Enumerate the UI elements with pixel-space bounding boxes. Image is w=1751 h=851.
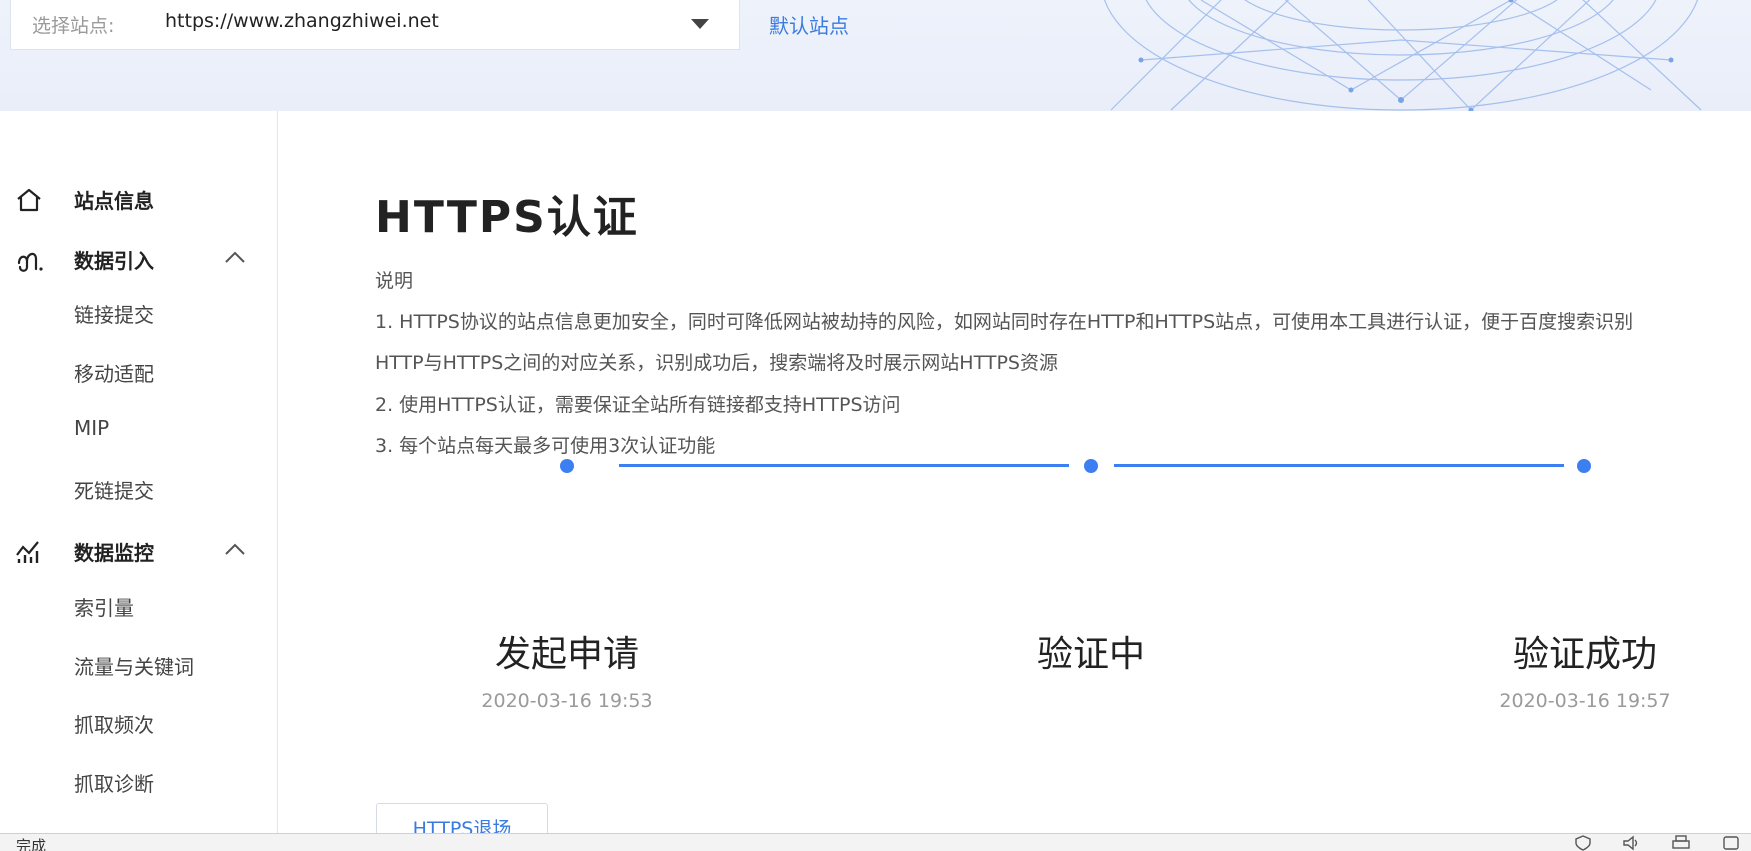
description-line: HTTP与HTTPS之间的对应关系，识别成功后，搜索端将及时展示网站HTTPS资… [375, 352, 1058, 374]
step-label: 发起申请 [494, 634, 640, 675]
status-bar: 完成 [0, 833, 1751, 851]
step-connector [1114, 464, 1564, 467]
page: 选择站点: https://www.zhangzhiwei.net 默认站点 站… [0, 0, 1751, 851]
page-title: HTTPS认证 [375, 192, 639, 243]
sidebar-item-mobile-adapt[interactable]: 移动适配 [74, 358, 154, 387]
settings-icon[interactable] [1722, 835, 1740, 851]
site-select-value[interactable]: https://www.zhangzhiwei.net [165, 10, 691, 32]
sidebar-item-index[interactable]: 索引量 [74, 592, 134, 621]
chevron-up-icon[interactable] [223, 540, 247, 560]
sidebar-item-mip[interactable]: MIP [74, 416, 109, 440]
sidebar-group-data-import[interactable]: 数据引入 [0, 239, 278, 279]
speaker-icon[interactable] [1622, 835, 1640, 851]
step-label: 验证成功 [1512, 634, 1658, 675]
description-heading: 说明 [375, 270, 414, 292]
default-site-link[interactable]: 默认站点 [769, 10, 849, 39]
step-connector [619, 464, 1069, 467]
main-content: HTTPS认证 说明 1. HTTPS协议的站点信息更加安全，同时可降低网站被劫… [278, 111, 1751, 833]
site-select-label: 选择站点: [32, 14, 115, 37]
sidebar-item-dead-link[interactable]: 死链提交 [74, 475, 154, 504]
description-line: 2. 使用HTTPS认证，需要保证全站所有链接都支持HTTPS访问 [375, 394, 901, 416]
sidebar-item-link-submit[interactable]: 链接提交 [74, 299, 154, 328]
data-import-icon [17, 252, 43, 272]
sidebar-item-site-info[interactable]: 站点信息 [0, 179, 278, 219]
sidebar-item-crawl-freq[interactable]: 抓取频次 [74, 709, 154, 738]
step-dot [1577, 459, 1591, 473]
description-line: 1. HTTPS协议的站点信息更加安全，同时可降低网站被劫持的风险，如网站同时存… [375, 311, 1634, 333]
sidebar-group-data-monitor[interactable]: 数据监控 [0, 531, 278, 571]
step-label: 验证中 [1036, 634, 1146, 675]
sidebar-item-traffic[interactable]: 流量与关键词 [74, 651, 194, 680]
sidebar: 站点信息 数据引入 链接提交 移动适配 MIP 死链提交 数据监控 索引量 流量… [0, 111, 278, 833]
globe-decoration [1104, 0, 1702, 111]
step-time: 2020-03-16 19:57 [1499, 690, 1671, 712]
step-time: 2020-03-16 19:53 [481, 690, 653, 712]
step-dot [560, 459, 574, 473]
sidebar-group-label: 数据监控 [74, 540, 154, 565]
sidebar-group-label: 数据引入 [74, 248, 154, 273]
sidebar-item-crawl-diag[interactable]: 抓取诊断 [74, 768, 154, 797]
printer-icon[interactable] [1672, 835, 1690, 851]
description-line: 3. 每个站点每天最多可使用3次认证功能 [375, 435, 716, 457]
shield-icon[interactable] [1574, 835, 1592, 851]
chart-icon [16, 541, 39, 563]
step-dot [1084, 459, 1098, 473]
header-banner: 选择站点: https://www.zhangzhiwei.net 默认站点 [0, 0, 1751, 111]
sidebar-item-label: 站点信息 [74, 188, 154, 213]
status-text: 完成 [16, 837, 47, 851]
home-icon [17, 188, 41, 212]
site-select[interactable]: 选择站点: https://www.zhangzhiwei.net [10, 0, 740, 50]
chevron-up-icon[interactable] [223, 248, 247, 268]
caret-down-icon[interactable] [691, 19, 709, 29]
